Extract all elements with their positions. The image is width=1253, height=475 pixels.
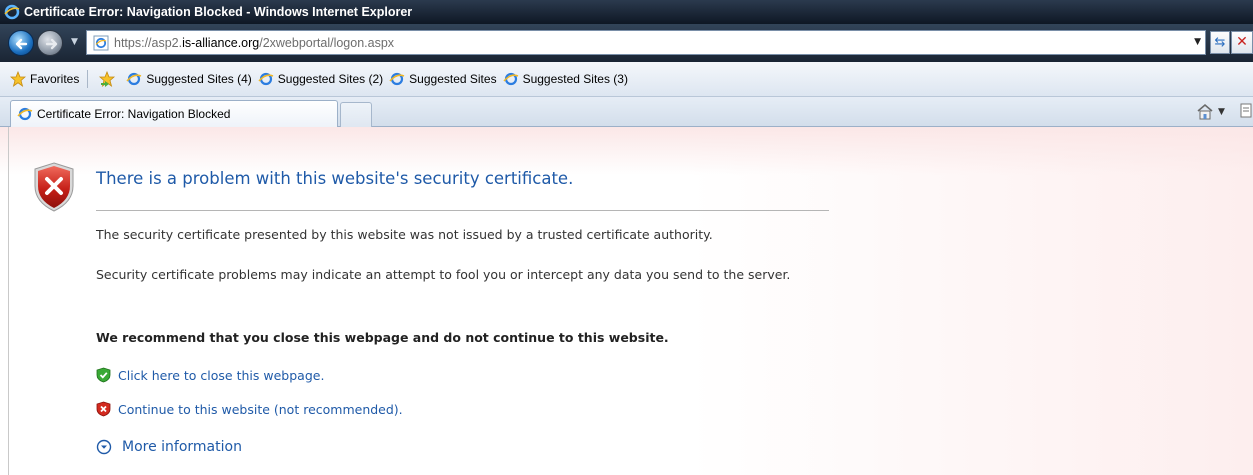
favorites-label: Favorites — [30, 72, 80, 86]
ie-page-icon — [503, 72, 518, 86]
url-path: /2xwebportal/logon.aspx — [259, 35, 395, 50]
new-tab-button[interactable] — [340, 102, 372, 127]
recommendation-text: We recommend that you close this webpage… — [96, 330, 669, 345]
page-title: There is a problem with this website's s… — [96, 169, 574, 188]
url-text[interactable]: https://asp2.is-alliance.org/2xwebportal… — [114, 36, 394, 50]
tab-certificate-error[interactable]: Certificate Error: Navigation Blocked — [10, 100, 338, 127]
suggested-sites-label: Suggested Sites (3) — [522, 72, 628, 86]
page-icon — [93, 35, 109, 50]
recent-pages-dropdown[interactable]: ▼ — [71, 37, 78, 47]
heading-divider — [96, 210, 829, 211]
navigation-bar: ▼ https://asp2.is-alliance.org/2xwebport… — [0, 24, 1253, 62]
forward-button[interactable] — [37, 30, 63, 56]
suggested-sites-link-1[interactable]: Suggested Sites (4) — [126, 71, 252, 87]
close-webpage-link[interactable]: Click here to close this webpage. — [118, 368, 324, 383]
favorites-bar: Favorites Suggested Sites (4) Suggested … — [0, 62, 1253, 97]
tab-label: Certificate Error: Navigation Blocked — [37, 107, 231, 121]
content-border — [8, 127, 9, 475]
red-x-shield-icon — [96, 401, 111, 417]
home-dropdown-button[interactable]: ▼ — [1218, 107, 1225, 117]
suggested-sites-link-4[interactable]: Suggested Sites (3) — [503, 71, 628, 87]
header-gradient — [0, 127, 1253, 175]
warning-text: Security certificate problems may indica… — [96, 267, 791, 282]
continue-link-row[interactable]: Continue to this website (not recommende… — [96, 401, 403, 417]
ie-page-icon — [17, 107, 33, 121]
stop-button[interactable]: ✕ — [1231, 31, 1253, 54]
expand-circle-icon — [96, 439, 112, 455]
favorites-button[interactable]: Favorites — [10, 71, 79, 87]
ie-page-icon — [258, 72, 274, 86]
refresh-button[interactable]: ⇆ — [1210, 31, 1230, 54]
star-icon — [10, 71, 26, 87]
window-titlebar: Certificate Error: Navigation Blocked - … — [0, 0, 1253, 24]
green-check-shield-icon — [96, 367, 111, 383]
back-arrow-icon — [15, 38, 28, 50]
refresh-icon: ⇆ — [1214, 35, 1226, 50]
suggested-sites-label: Suggested Sites (4) — [146, 72, 252, 86]
ie-logo-icon — [4, 4, 20, 20]
suggested-sites-label: Suggested Sites (2) — [277, 72, 384, 86]
suggested-sites-link-2[interactable]: Suggested Sites (2) — [258, 71, 383, 87]
suggested-sites-link-3[interactable]: Suggested Sites — [389, 71, 497, 87]
home-icon[interactable] — [1196, 103, 1214, 120]
url-prefix: https://asp2. — [114, 35, 183, 50]
page-content: There is a problem with this website's s… — [0, 127, 1253, 475]
ie-page-icon — [126, 72, 142, 86]
close-icon: ✕ — [1236, 34, 1248, 50]
address-bar[interactable]: https://asp2.is-alliance.org/2xwebportal… — [86, 30, 1206, 55]
page-menu-icon[interactable] — [1240, 103, 1253, 119]
more-information-label[interactable]: More information — [122, 439, 242, 455]
tab-bar: Certificate Error: Navigation Blocked ▼ — [0, 97, 1253, 127]
url-domain: is-alliance.org — [182, 35, 260, 50]
close-webpage-link-row[interactable]: Click here to close this webpage. — [96, 367, 324, 383]
favorites-separator — [87, 70, 89, 88]
continue-to-website-link[interactable]: Continue to this website (not recommende… — [118, 402, 403, 417]
back-button[interactable] — [8, 30, 34, 56]
more-information-toggle[interactable]: More information — [96, 439, 242, 455]
add-favorite-button[interactable] — [98, 71, 120, 87]
window-title: Certificate Error: Navigation Blocked - … — [24, 5, 413, 19]
ie-page-icon — [389, 72, 405, 86]
error-shield-icon — [34, 162, 74, 212]
forward-arrow-icon — [45, 38, 58, 50]
address-dropdown-button[interactable]: ▼ — [1194, 37, 1201, 47]
suggested-sites-label: Suggested Sites — [409, 72, 497, 86]
add-favorites-icon — [99, 71, 116, 87]
certificate-info-text: The security certificate presented by th… — [96, 227, 713, 242]
